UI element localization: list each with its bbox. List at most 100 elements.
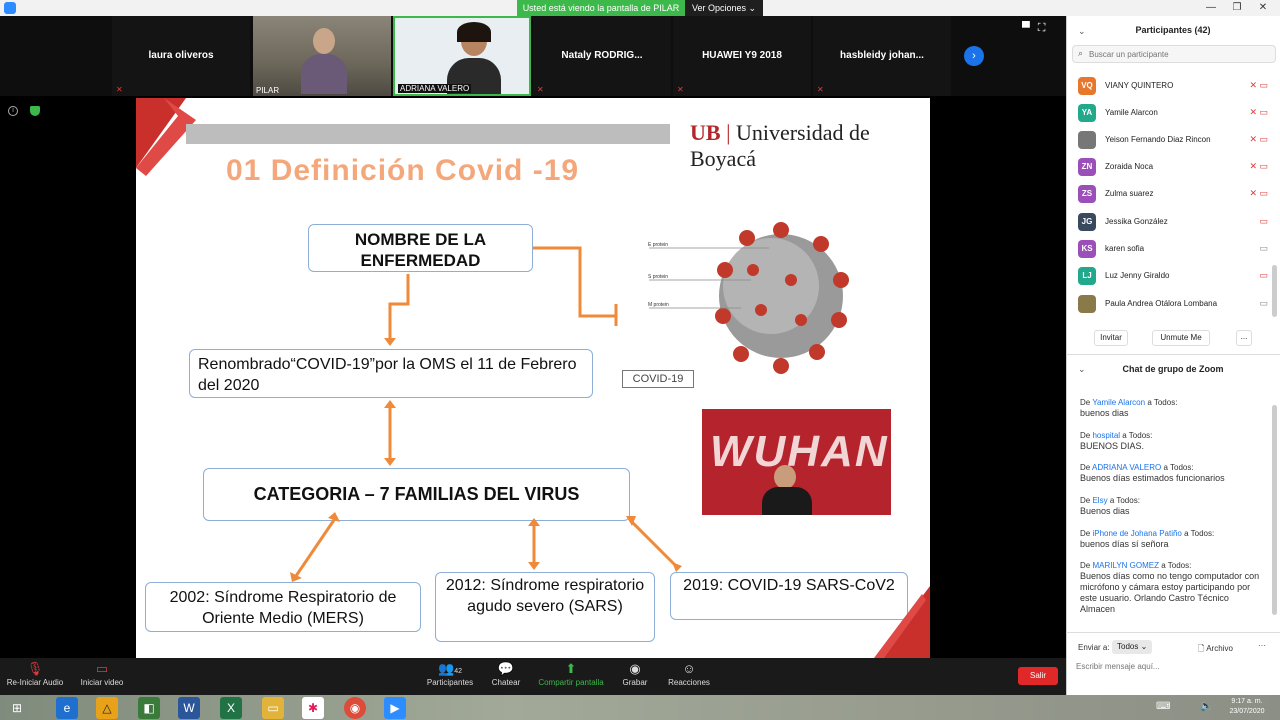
- mic-muted-icon[interactable]: ✕ ▭: [1249, 80, 1268, 91]
- participant-tile[interactable]: Nataly RODRIG... ✕: [533, 16, 671, 96]
- participant-name: Zulma suarez: [1105, 189, 1154, 198]
- info-icon[interactable]: i: [8, 106, 18, 116]
- participants-scrollbar[interactable]: [1272, 265, 1277, 317]
- mic-muted-icon[interactable]: ✕ ▭: [1249, 188, 1268, 199]
- chat-more-icon[interactable]: ⋯: [1258, 641, 1266, 650]
- chat-button[interactable]: 💬 Chatear: [486, 660, 526, 687]
- avatar: ZS: [1078, 185, 1096, 203]
- chat-message: De hospital a Todos: BUENOS DIAS.: [1080, 431, 1153, 451]
- search-icon: ⌕: [1078, 48, 1084, 58]
- leave-button[interactable]: Salir: [1018, 667, 1058, 685]
- restore-button[interactable]: ❐: [1226, 0, 1248, 16]
- next-page-button[interactable]: ›: [964, 46, 984, 66]
- camera-off-icon[interactable]: ▭: [1259, 216, 1268, 227]
- chat-icon: 💬: [497, 661, 515, 676]
- reactions-button[interactable]: ☺ Reacciones: [664, 660, 714, 687]
- file-button[interactable]: 🗋 Archivo: [1198, 643, 1233, 657]
- participant-name: hasbleidy johan...: [840, 50, 924, 61]
- share-banner: Usted está viendo la pantalla de PILAR: [517, 0, 685, 16]
- send-to-label: Enviar a:: [1078, 643, 1110, 652]
- mic-muted-icon[interactable]: ✕ ▭: [1249, 134, 1268, 145]
- file-explorer-icon[interactable]: ▭: [262, 697, 284, 719]
- zoom-taskbar-icon[interactable]: ▶: [384, 697, 406, 719]
- ie-icon[interactable]: e: [56, 697, 78, 719]
- chevron-right-icon: ›: [972, 50, 976, 62]
- corner-decoration: [874, 586, 930, 658]
- audio-button[interactable]: 🎙 Re-Iniciar Audio: [4, 660, 66, 687]
- participant-row[interactable]: KS karen sofia ▭: [1078, 240, 1268, 258]
- participant-row[interactable]: ZN Zoraida Noca ✕ ▭: [1078, 158, 1268, 176]
- windows-start-icon[interactable]: ⊞: [6, 697, 28, 719]
- participant-tile[interactable]: HUAWEI Y9 2018 ✕: [673, 16, 811, 96]
- taskbar-clock[interactable]: 9:17 a. m. 23/07/2020: [1222, 697, 1272, 717]
- chat-message: De iPhone de Johana Patiño a Todos: bueno…: [1080, 529, 1215, 549]
- participant-name: karen sofia: [1105, 244, 1145, 253]
- gallery-view-icon[interactable]: ▀: [1022, 22, 1038, 34]
- record-button[interactable]: ◉ Grabar: [616, 660, 654, 687]
- reactions-icon: ☺: [682, 661, 696, 676]
- video-button[interactable]: ▭ Iniciar video: [76, 660, 128, 687]
- divider: [1066, 632, 1280, 633]
- participant-name: HUAWEI Y9 2018: [702, 50, 782, 61]
- keyboard-icon[interactable]: ⌨: [1156, 701, 1170, 712]
- app-icon[interactable]: ◧: [138, 697, 160, 719]
- meeting-toolbar: [0, 658, 1066, 695]
- camera-icon[interactable]: ▭: [1259, 243, 1268, 254]
- chat-message: De Elsy a Todos: Buenos dias: [1080, 496, 1140, 516]
- close-button[interactable]: ✕: [1252, 0, 1274, 16]
- record-icon: ◉: [629, 661, 641, 676]
- avatar: LJ: [1078, 267, 1096, 285]
- participant-tile[interactable]: hasbleidy johan... ✕: [813, 16, 951, 96]
- vlc-icon[interactable]: △: [96, 697, 118, 719]
- participant-row[interactable]: Yeison Fernando Diaz Rincon ✕ ▭: [1078, 131, 1268, 149]
- excel-icon[interactable]: X: [220, 697, 242, 719]
- avatar-photo: [1078, 295, 1096, 313]
- mic-muted-icon[interactable]: ✕ ▭: [1249, 161, 1268, 172]
- participant-row[interactable]: VQ VIANY QUINTERO ✕ ▭: [1078, 77, 1268, 95]
- mic-muted-icon: 🎙: [26, 661, 44, 676]
- participant-video-tile[interactable]: PILAR: [253, 16, 391, 96]
- virus-label: S protein: [648, 274, 669, 280]
- person-head: [313, 28, 335, 54]
- participants-icon: 👥42: [438, 661, 462, 676]
- participant-video-tile-active[interactable]: ADRIANA VALERO: [393, 16, 531, 96]
- chat-title: Chat de grupo de Zoom: [1122, 364, 1224, 374]
- fullscreen-icon[interactable]: ⛶: [1038, 22, 1054, 34]
- more-button[interactable]: ...: [1236, 330, 1252, 346]
- chat-scrollbar[interactable]: [1272, 405, 1277, 615]
- camera-off-icon[interactable]: ▭: [1259, 270, 1268, 281]
- volume-icon[interactable]: 🔈: [1200, 701, 1212, 712]
- chrome-icon[interactable]: ◉: [344, 697, 366, 719]
- search-box[interactable]: ⌕: [1072, 45, 1276, 63]
- invite-button[interactable]: Invitar: [1094, 330, 1128, 346]
- unmute-button[interactable]: Unmute Me: [1152, 330, 1210, 346]
- camera-icon[interactable]: ▭: [1259, 298, 1268, 309]
- participant-name: PILAR: [256, 86, 280, 95]
- participants-button[interactable]: 👥42 Participantes: [424, 660, 476, 687]
- participant-row[interactable]: LJ Luz Jenny Giraldo ▭: [1078, 267, 1268, 285]
- participant-name: ADRIANA VALERO: [398, 84, 472, 93]
- chat-message-input[interactable]: [1076, 658, 1272, 674]
- participant-row[interactable]: YA Yamile Alarcon ✕ ▭: [1078, 104, 1268, 122]
- participant-row[interactable]: ZS Zulma suarez ✕ ▭: [1078, 185, 1268, 203]
- view-options-button[interactable]: Ver Opciones ⌄: [685, 0, 763, 16]
- send-to-select[interactable]: Todos ⌄: [1112, 640, 1152, 654]
- participant-row[interactable]: Paula Andrea Otálora Lombana ▭: [1078, 295, 1268, 313]
- share-screen-button[interactable]: ⬆ Compartir pantalla: [536, 660, 606, 687]
- file-icon: 🗋: [1198, 644, 1205, 653]
- participant-tile[interactable]: laura oliveros ✕: [112, 16, 250, 96]
- avatar: KS: [1078, 240, 1096, 258]
- person-body: [301, 54, 347, 94]
- mic-muted-icon: ✕: [817, 85, 824, 94]
- participant-row[interactable]: JG Jessika González ▭: [1078, 213, 1268, 231]
- participant-name: Luz Jenny Giraldo: [1105, 271, 1170, 280]
- word-icon[interactable]: W: [178, 697, 200, 719]
- slack-icon[interactable]: ✱: [302, 697, 324, 719]
- shield-icon[interactable]: [30, 106, 40, 116]
- person-body: [762, 487, 812, 515]
- covid-tag: COVID-19: [622, 370, 694, 388]
- minimize-button[interactable]: —: [1200, 0, 1222, 16]
- chat-message: De ADRIANA VALERO a Todos: Buenos días es…: [1080, 463, 1225, 483]
- mic-muted-icon[interactable]: ✕ ▭: [1249, 107, 1268, 118]
- search-input[interactable]: [1089, 48, 1269, 60]
